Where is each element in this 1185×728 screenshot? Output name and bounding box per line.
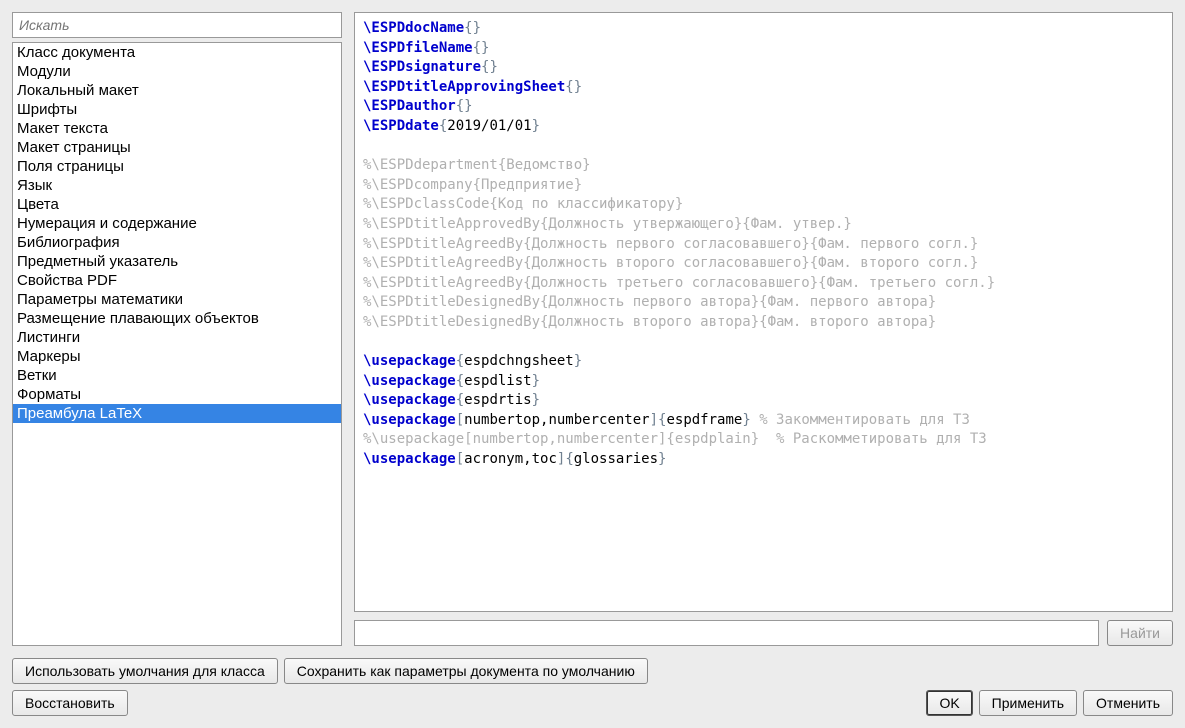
main-area: Класс документаМодулиЛокальный макетШриф… [12,12,1173,646]
code-line: \usepackage[acronym,toc]{glossaries} [363,450,1164,470]
search-input[interactable] [12,12,342,38]
code-line: %\ESPDtitleDesignedBy{Должность первого … [363,293,1164,313]
category-item[interactable]: Язык [13,176,341,195]
code-line: %\ESPDdepartment{Ведомство} [363,156,1164,176]
code-line: %\ESPDclassCode{Код по классификатору} [363,195,1164,215]
category-item[interactable]: Библиография [13,233,341,252]
category-item[interactable]: Модули [13,62,341,81]
category-item[interactable]: Форматы [13,385,341,404]
code-line: \usepackage{espdlist} [363,372,1164,392]
use-class-defaults-button[interactable]: Использовать умолчания для класса [12,658,278,684]
category-item[interactable]: Класс документа [13,43,341,62]
category-item[interactable]: Преамбула LaTeX [13,404,341,423]
category-item[interactable]: Шрифты [13,100,341,119]
category-item[interactable]: Параметры математики [13,290,341,309]
bottom-left: Использовать умолчания для класса Сохран… [12,658,648,716]
category-list[interactable]: Класс документаМодулиЛокальный макетШриф… [12,42,342,646]
cancel-button[interactable]: Отменить [1083,690,1173,716]
category-item[interactable]: Макет страницы [13,138,341,157]
bottom-bar: Использовать умолчания для класса Сохран… [12,658,1173,716]
code-line: %\usepackage[numbertop,numbercenter]{esp… [363,430,1164,450]
code-line: %\ESPDtitleAgreedBy{Должность первого со… [363,235,1164,255]
category-item[interactable]: Локальный макет [13,81,341,100]
find-button[interactable]: Найти [1107,620,1173,646]
category-item[interactable]: Макет текста [13,119,341,138]
code-line [363,137,1164,157]
right-panel: \ESPDdocName{}\ESPDfileName{}\ESPDsignat… [354,12,1173,646]
left-panel: Класс документаМодулиЛокальный макетШриф… [12,12,342,646]
code-line: \ESPDdate{2019/01/01} [363,117,1164,137]
code-line: \ESPDdocName{} [363,19,1164,39]
preamble-editor[interactable]: \ESPDdocName{}\ESPDfileName{}\ESPDsignat… [354,12,1173,612]
code-line: \ESPDtitleApprovingSheet{} [363,78,1164,98]
category-item[interactable]: Ветки [13,366,341,385]
category-item[interactable]: Предметный указатель [13,252,341,271]
code-line: %\ESPDcompany{Предприятие} [363,176,1164,196]
ok-button[interactable]: OK [926,690,972,716]
code-line: %\ESPDtitleAgreedBy{Должность второго со… [363,254,1164,274]
code-line: %\ESPDtitleApprovedBy{Должность утвержаю… [363,215,1164,235]
category-item[interactable]: Цвета [13,195,341,214]
code-line: \usepackage{espdchngsheet} [363,352,1164,372]
code-line [363,333,1164,353]
save-as-defaults-button[interactable]: Сохранить как параметры документа по умо… [284,658,648,684]
code-line: \usepackage{espdrtis} [363,391,1164,411]
find-input[interactable] [354,620,1099,646]
find-row: Найти [354,620,1173,646]
code-line: \ESPDsignature{} [363,58,1164,78]
code-line: \ESPDfileName{} [363,39,1164,59]
apply-button[interactable]: Применить [979,690,1077,716]
code-line: \ESPDauthor{} [363,97,1164,117]
code-line: %\ESPDtitleAgreedBy{Должность третьего с… [363,274,1164,294]
category-item[interactable]: Свойства PDF [13,271,341,290]
code-line: %\ESPDtitleDesignedBy{Должность второго … [363,313,1164,333]
category-item[interactable]: Нумерация и содержание [13,214,341,233]
bottom-right: OK Применить Отменить [926,690,1173,716]
category-item[interactable]: Маркеры [13,347,341,366]
restore-button[interactable]: Восстановить [12,690,128,716]
code-line: \usepackage[numbertop,numbercenter]{espd… [363,411,1164,431]
category-item[interactable]: Поля страницы [13,157,341,176]
category-item[interactable]: Листинги [13,328,341,347]
category-item[interactable]: Размещение плавающих объектов [13,309,341,328]
